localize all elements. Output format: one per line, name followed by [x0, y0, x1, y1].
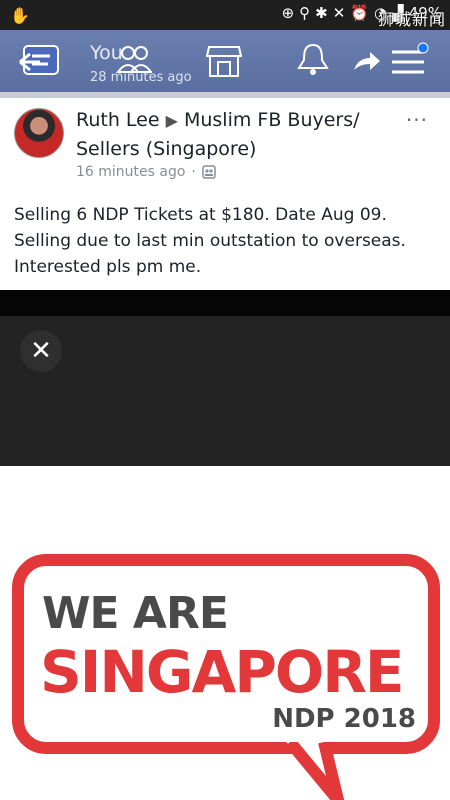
hamburger-menu-icon	[392, 42, 429, 74]
post-time[interactable]: 16 minutes ago	[76, 164, 185, 180]
post-meta: 16 minutes ago ·	[76, 164, 216, 180]
divider	[0, 290, 450, 316]
author-name[interactable]: Ruth Lee	[76, 109, 160, 131]
status-bar: ✋ ⊕ ⚲ ✱ ✕ ⏰ ◔ ▟ 49% 狮城新闻	[0, 0, 450, 30]
bell-icon	[297, 43, 329, 75]
notifications-button[interactable]	[296, 42, 330, 78]
post-header: Ruth Lee ▶ Muslim FB Buyers/ Sellers (Si…	[76, 106, 376, 163]
location-icon: ⚲	[299, 4, 311, 22]
bluetooth-icon: ✱	[315, 4, 328, 22]
banner-line-2: SINGAPORE	[40, 638, 404, 706]
marketplace-icon	[206, 46, 242, 77]
feed-post: Ruth Lee ▶ Muslim FB Buyers/ Sellers (Si…	[0, 92, 450, 290]
dot-separator: ·	[191, 164, 196, 180]
sync-icon: ⊕	[281, 4, 295, 22]
close-button[interactable]: ✕	[20, 330, 62, 372]
share-button[interactable]	[352, 48, 382, 76]
back-arrow-icon	[19, 45, 59, 75]
facebook-top-bar: You 28 minutes ago	[0, 30, 450, 92]
notification-icon: ✋	[10, 5, 30, 25]
video-overlay-panel	[0, 316, 450, 466]
author-avatar[interactable]	[14, 108, 64, 158]
friends-button[interactable]	[116, 44, 152, 74]
post-image[interactable]: WE ARE SINGAPORE NDP 2018	[0, 466, 450, 800]
post-options-button[interactable]: ···	[406, 108, 428, 132]
triangle-right-icon: ▶	[165, 111, 178, 130]
marketplace-button[interactable]	[206, 44, 242, 78]
alarm-icon: ⏰	[350, 4, 370, 22]
mute-icon: ✕	[332, 4, 346, 22]
share-arrow-icon	[354, 52, 380, 70]
banner-line-1: WE ARE	[42, 588, 229, 639]
menu-button[interactable]	[388, 42, 430, 80]
speech-bubble-tail	[286, 742, 346, 800]
banner-line-3: NDP 2018	[272, 704, 416, 734]
watermark-text: 狮城新闻	[377, 10, 446, 29]
back-button[interactable]	[18, 44, 62, 78]
close-icon: ✕	[30, 336, 52, 366]
group-audience-icon	[202, 165, 216, 179]
post-text: Selling 6 NDP Tickets at $180. Date Aug …	[14, 205, 406, 277]
friends-icon	[116, 46, 152, 73]
